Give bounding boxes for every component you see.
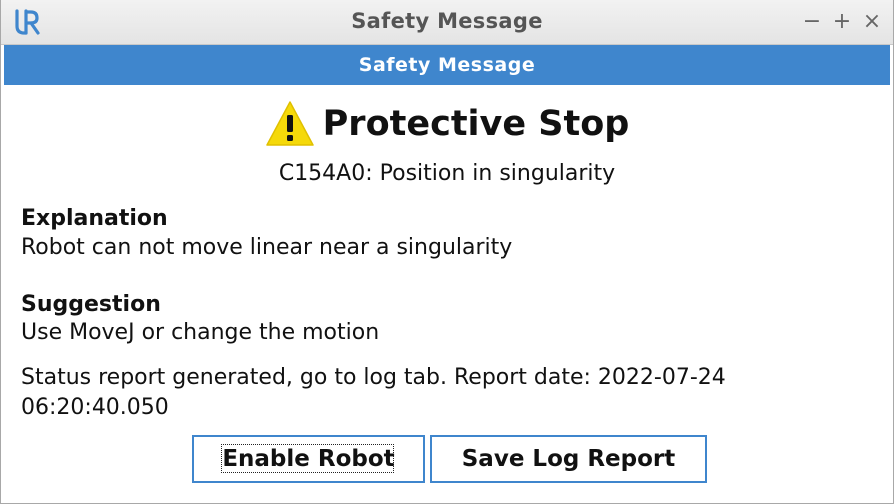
save-log-report-button[interactable]: Save Log Report xyxy=(430,435,707,483)
explanation-title: Explanation xyxy=(21,206,168,231)
error-code: C154A0: Position in singularity xyxy=(278,161,616,186)
enable-robot-button[interactable]: Enable Robot xyxy=(192,435,425,483)
save-log-report-label: Save Log Report xyxy=(461,446,676,472)
warning-icon xyxy=(265,101,314,146)
enable-robot-label: Enable Robot xyxy=(222,446,395,472)
dialog-header: Safety Message xyxy=(4,45,890,85)
heading-row: Protective Stop xyxy=(1,96,893,152)
window-title: Safety Message xyxy=(351,9,543,33)
close-button[interactable]: × xyxy=(859,6,885,36)
explanation-text: Robot can not move linear near a singula… xyxy=(21,235,513,260)
maximize-button[interactable]: + xyxy=(829,6,855,36)
safety-message-window: Safety Message − + × Safety Message Prot… xyxy=(0,0,894,504)
minimize-button[interactable]: − xyxy=(799,6,825,36)
status-report: Status report generated, go to log tab. … xyxy=(21,363,841,423)
suggestion-title: Suggestion xyxy=(21,292,161,317)
window-controls: − + × xyxy=(799,6,885,36)
title-bar[interactable]: Safety Message − + × xyxy=(1,0,893,45)
status-line-2: 06:20:40.050 xyxy=(21,395,169,420)
status-line-1: Status report generated, go to log tab. … xyxy=(21,365,726,390)
suggestion-text: Use MoveJ or change the motion xyxy=(21,320,380,345)
dialog-heading: Protective Stop xyxy=(322,104,630,144)
